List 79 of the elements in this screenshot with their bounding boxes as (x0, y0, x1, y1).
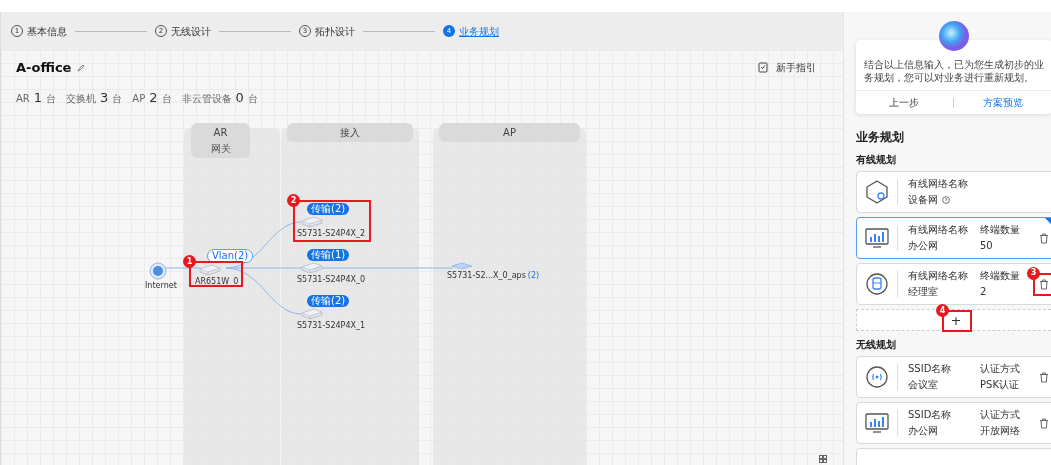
field-value: 经理室 (908, 286, 938, 298)
field-label: 终端数量 (980, 224, 1021, 236)
node-label: S5731-S24P4X_1 (297, 321, 366, 331)
globe-icon (149, 262, 167, 280)
field-label: 有线网络名称 (908, 270, 969, 282)
book-icon (758, 62, 768, 74)
preview-button[interactable]: 方案预览 (954, 95, 1051, 110)
node-label: S5731-S24P4X_2 (297, 229, 366, 239)
count-unit: 台 (247, 91, 258, 106)
field-value: 开放网络 (980, 425, 1021, 437)
plan-card[interactable]: 有线网络名称 设备网 (856, 171, 1051, 213)
node-badge: 传输(1) (307, 249, 350, 261)
monitor-chart-icon (864, 226, 890, 250)
field-label: 终端数量 (980, 270, 1021, 282)
node-label: AR651W_0 (195, 277, 239, 287)
plan-card[interactable]: SSID名称 会议室 认证方式 PSK认证 (856, 356, 1051, 398)
node-label: Internet (145, 281, 177, 291)
field-label: SSID名称 (908, 363, 953, 375)
access-point-icon (451, 262, 473, 270)
count-value: 1 (33, 88, 43, 107)
plan-card[interactable]: 有线网络名称 办公网 终端数量 50 (856, 217, 1051, 259)
count-value: 3 (100, 88, 109, 107)
node-count: (2) (527, 271, 540, 281)
lane-title: AR (213, 126, 228, 140)
field-label: 有线网络名称 (908, 178, 969, 190)
assistant-message: 结合以上信息输入，已为您生成初步的业务规划，您可以对业务进行重新规划。 (862, 58, 1045, 84)
help-icon[interactable] (942, 196, 950, 204)
field-value: 2 (980, 286, 988, 298)
node-label: S5731-S24P4X_0 (297, 275, 366, 285)
field-label: SSID名称 (908, 409, 953, 421)
field-value: 50 (980, 240, 994, 252)
guide-link[interactable]: 新手指引 (758, 60, 816, 76)
delete-icon[interactable] (1039, 278, 1049, 290)
count-unit: 台 (161, 91, 172, 106)
callout-number: 3 (1027, 266, 1040, 280)
node-label: S5731-S2...X_0_aps (447, 271, 526, 281)
grid-icon (819, 455, 827, 463)
count-unit: 台 (46, 91, 57, 106)
field-label: 有线网络名称 (908, 224, 969, 236)
switch-icon (301, 216, 323, 228)
field-value: 会议室 (908, 379, 938, 391)
field-label: 认证方式 (980, 409, 1021, 421)
plan-card[interactable]: SSID名称 办公网 认证方式 开放网络 (856, 402, 1051, 444)
router-icon (199, 264, 221, 276)
delete-icon[interactable] (1039, 371, 1049, 383)
delete-icon[interactable] (1039, 417, 1049, 429)
field-value: PSK认证 (980, 379, 1020, 391)
count-unit: 台 (112, 91, 123, 106)
node-badge: 传输(2) (307, 295, 350, 307)
hexagon-gear-icon (864, 179, 890, 205)
signal-icon (865, 365, 889, 389)
count-value: 2 (149, 88, 158, 107)
project-title: A-office (16, 59, 72, 77)
lane-title: 接入 (340, 126, 360, 140)
field-value: 设备网 (908, 194, 938, 206)
plan-card[interactable]: 有线网络名称 经理室 终端数量 2 3 (856, 263, 1051, 305)
back-button[interactable]: 上一步 (855, 95, 953, 110)
callout-number: 4 (936, 304, 949, 317)
delete-icon[interactable] (1039, 232, 1049, 244)
count-label: AP (132, 91, 146, 106)
count-label: 交换机 (66, 91, 97, 106)
badge-icon (865, 272, 889, 296)
switch-icon (301, 262, 323, 274)
count-label: 非云管设备 (181, 91, 232, 106)
field-value: 办公网 (908, 425, 938, 437)
section-title: 业务规划 (856, 129, 905, 146)
field-label: 认证方式 (980, 363, 1021, 375)
node-badge: 传输(2) (307, 203, 350, 215)
count-value: 0 (235, 88, 244, 107)
subsection-title: 无线规划 (856, 338, 897, 352)
switch-icon (301, 308, 323, 320)
lane-title: AP (503, 126, 516, 140)
count-label: AR (16, 91, 30, 106)
assistant-orb-icon (937, 20, 970, 52)
lane-subtitle: 网关 (210, 142, 231, 156)
monitor-chart-icon (864, 411, 890, 435)
edit-icon[interactable] (77, 63, 86, 72)
subsection-title: 有线规划 (856, 153, 897, 167)
field-value: 办公网 (908, 240, 938, 252)
